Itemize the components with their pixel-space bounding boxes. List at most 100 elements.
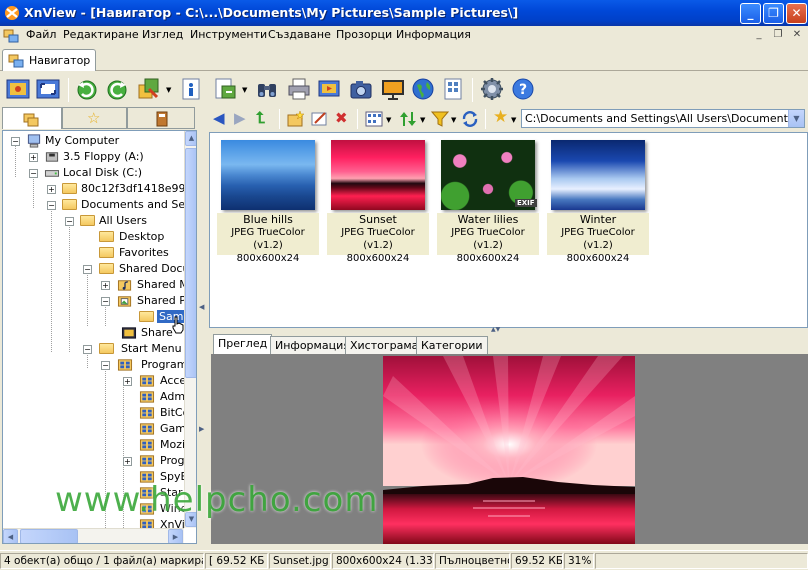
doc-close-icon[interactable]: ✕ bbox=[790, 29, 804, 42]
web-page-icon[interactable] bbox=[380, 76, 406, 102]
sort-icon[interactable] bbox=[399, 110, 417, 128]
path-combobox[interactable]: C:\Documents and Settings\All Users\Docu… bbox=[521, 109, 805, 128]
xnview-app-icon[interactable] bbox=[4, 5, 20, 21]
horizontal-splitter[interactable]: ▲▼ bbox=[209, 326, 808, 333]
tree-item-start-menu[interactable]: − Start Menu bbox=[3, 341, 183, 357]
print-icon[interactable] bbox=[286, 76, 312, 102]
favorite-star-icon[interactable]: ★ bbox=[493, 107, 508, 127]
rename-icon[interactable] bbox=[311, 110, 329, 128]
tree-item-administrative[interactable]: Adm bbox=[3, 389, 185, 405]
tab-preview[interactable]: Преглед bbox=[213, 334, 273, 354]
doc-minimize-icon[interactable]: _ bbox=[752, 29, 766, 42]
tree-item-local-disk[interactable]: − Local Disk (C:) bbox=[3, 165, 183, 181]
tab-folders[interactable] bbox=[2, 107, 62, 129]
tree-item-shared-pictures[interactable]: − Shared P bbox=[3, 293, 186, 309]
thumbnail-item[interactable]: Blue hills JPEG TrueColor (v1.2) 800x600… bbox=[217, 137, 319, 264]
tree-item-games[interactable]: Gam bbox=[3, 421, 186, 437]
collapse-toggle[interactable]: − bbox=[83, 265, 92, 274]
binoculars-search-icon[interactable] bbox=[254, 76, 280, 102]
tab-favorites[interactable]: ☆ bbox=[62, 107, 127, 129]
menu-view[interactable]: Изглед bbox=[142, 28, 183, 41]
tree-item-sample-pictures[interactable]: Samp bbox=[3, 309, 193, 334]
thumbnail-browser[interactable]: Blue hills JPEG TrueColor (v1.2) 800x600… bbox=[209, 132, 808, 328]
scroll-thumb[interactable] bbox=[185, 148, 196, 378]
back-arrow-icon[interactable]: ◀ bbox=[213, 109, 225, 127]
tree-item-shared-music[interactable]: + Shared M bbox=[3, 277, 189, 293]
path-dropdown-button[interactable]: ▼ bbox=[788, 110, 804, 127]
menu-file[interactable]: Файл bbox=[26, 28, 56, 41]
expand-toggle[interactable]: + bbox=[101, 281, 110, 290]
scroll-up-button[interactable]: ▲ bbox=[185, 131, 196, 146]
collapse-toggle[interactable]: − bbox=[101, 297, 110, 306]
forward-arrow-icon[interactable]: ▶ bbox=[234, 109, 246, 127]
rotate-right-icon[interactable] bbox=[104, 76, 130, 102]
collapse-toggle[interactable]: − bbox=[65, 217, 74, 226]
settings-gear-icon[interactable] bbox=[479, 76, 505, 102]
delete-x-icon[interactable]: ✖ bbox=[335, 109, 348, 127]
favorites-dropdown-icon[interactable]: ▼ bbox=[511, 116, 516, 124]
collapse-toggle[interactable]: − bbox=[83, 345, 92, 354]
scroll-thumb[interactable] bbox=[20, 529, 78, 543]
new-folder-icon[interactable] bbox=[287, 110, 305, 128]
tree-item-floppy[interactable]: + 3.5 Floppy (A:) bbox=[3, 149, 183, 165]
thumbnail-item[interactable]: Winter JPEG TrueColor (v1.2) 800x600x24 bbox=[547, 137, 649, 264]
collapse-toggle[interactable]: − bbox=[29, 169, 38, 178]
thumbnail-item-selected[interactable]: Sunset JPEG TrueColor (v1.2) 800x600x24 bbox=[327, 137, 429, 264]
collapse-toggle[interactable]: − bbox=[101, 361, 110, 370]
tree-item-all-users[interactable]: − All Users bbox=[3, 213, 183, 229]
tree-item-desktop[interactable]: Desktop bbox=[3, 229, 183, 245]
menu-edit[interactable]: Редактиране bbox=[63, 28, 139, 41]
tab-categories[interactable]: Категории bbox=[416, 336, 488, 354]
globe-icon[interactable] bbox=[410, 76, 436, 102]
tab-navigator[interactable]: Навигатор bbox=[2, 49, 96, 71]
tree-item-accessories[interactable]: + Acce bbox=[3, 373, 186, 389]
fullscreen-browse-icon[interactable] bbox=[5, 76, 31, 102]
slideshow-icon[interactable] bbox=[316, 76, 342, 102]
expand-toggle[interactable]: + bbox=[123, 457, 132, 466]
tree-vertical-scrollbar[interactable]: ▲ ▼ bbox=[184, 131, 196, 528]
tree-item-bitcomet[interactable]: BitCo bbox=[3, 405, 189, 421]
capture-icon[interactable] bbox=[212, 76, 238, 102]
tree-item-programs[interactable]: − Program bbox=[3, 357, 187, 373]
tree-item-folder[interactable]: + 80c12f3df1418e993 bbox=[3, 181, 193, 197]
rotate-left-icon[interactable] bbox=[74, 76, 100, 102]
tab-histogram[interactable]: Хистограма bbox=[345, 336, 424, 354]
camera-icon[interactable] bbox=[348, 76, 374, 102]
view-mode-icon[interactable] bbox=[365, 110, 383, 128]
tree-horizontal-scrollbar[interactable]: ◀ ▶ bbox=[3, 528, 184, 543]
tree-item-documents-and-settings[interactable]: − Documents and Sett bbox=[3, 197, 194, 213]
maximize-button[interactable]: ❐ bbox=[763, 3, 784, 24]
scroll-left-button[interactable]: ◀ bbox=[3, 529, 18, 543]
menu-windows[interactable]: Прозорци bbox=[336, 28, 392, 41]
refresh-icon[interactable] bbox=[461, 110, 479, 128]
tree-item-shared-video[interactable]: Share bbox=[3, 325, 183, 341]
minimize-button[interactable]: _ bbox=[740, 3, 761, 24]
tree-item-mozilla[interactable]: Mozi bbox=[3, 437, 185, 453]
tree-item-programs-sub[interactable]: + Prog bbox=[3, 453, 184, 469]
thumbnail-item[interactable]: EXIF Water lilies JPEG TrueColor (v1.2) … bbox=[437, 137, 539, 264]
filter-dropdown-icon[interactable]: ▼ bbox=[451, 116, 456, 124]
tree-item-shared-documents[interactable]: − Shared Docu bbox=[3, 261, 189, 277]
scroll-right-button[interactable]: ▶ bbox=[168, 529, 183, 543]
convert-dropdown-icon[interactable]: ▼ bbox=[166, 86, 171, 94]
tree-item-my-computer[interactable]: − My Computer bbox=[3, 133, 183, 149]
expand-toggle[interactable]: + bbox=[29, 153, 38, 162]
capture-dropdown-icon[interactable]: ▼ bbox=[242, 86, 247, 94]
up-folder-arrow-icon[interactable]: ⮤ bbox=[256, 108, 265, 128]
collapse-toggle[interactable]: − bbox=[11, 137, 20, 146]
filter-funnel-icon[interactable] bbox=[431, 110, 449, 128]
properties-icon[interactable] bbox=[178, 76, 204, 102]
convert-icon[interactable] bbox=[136, 76, 162, 102]
sort-dropdown-icon[interactable]: ▼ bbox=[420, 116, 425, 124]
help-icon[interactable]: ? bbox=[510, 76, 536, 102]
tab-categories[interactable] bbox=[127, 107, 195, 129]
expand-toggle[interactable]: + bbox=[47, 185, 56, 194]
document-system-icon[interactable] bbox=[3, 28, 19, 44]
grid-view-icon[interactable] bbox=[440, 76, 466, 102]
tab-information[interactable]: Информация bbox=[270, 336, 355, 354]
close-button[interactable]: ✕ bbox=[786, 3, 807, 24]
fullscreen-icon[interactable] bbox=[35, 76, 61, 102]
collapse-toggle[interactable]: − bbox=[47, 201, 56, 210]
menu-tools[interactable]: Инструменти bbox=[190, 28, 267, 41]
menu-create[interactable]: Създаване bbox=[268, 28, 331, 41]
